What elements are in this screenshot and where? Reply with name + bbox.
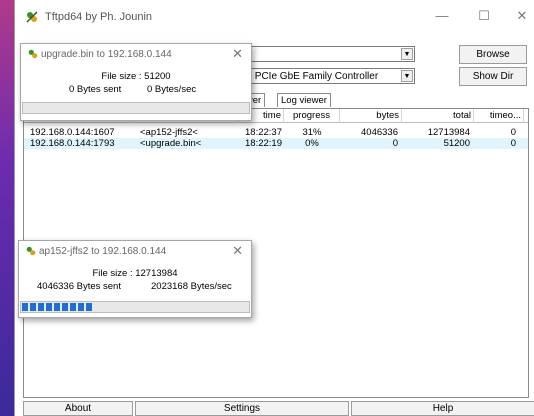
transfer-dialog-ap152[interactable]: ap152-jffs2 to 192.168.0.144 ✕ File size… (18, 240, 252, 318)
desktop-background (0, 0, 14, 416)
bytes-sent-text: 4046336 Bytes sent (37, 281, 121, 292)
row-total: 51200 (443, 138, 470, 149)
maximize-button[interactable]: ☐ (471, 7, 497, 25)
close-button[interactable]: ✕ (509, 7, 534, 25)
row-peer: 192.168.0.144:1607 (30, 127, 115, 138)
about-button[interactable]: About (23, 401, 133, 416)
chevron-down-icon[interactable]: ▼ (401, 70, 413, 82)
bytes-sent-text: 0 Bytes sent (69, 84, 122, 95)
browse-button[interactable]: Browse (459, 45, 527, 64)
transfer-rate-text: 0 Bytes/sec (147, 84, 197, 95)
title-bar: Tftpd64 by Ph. Jounin — ☐ ✕ (15, 0, 534, 32)
window-title: Tftpd64 by Ph. Jounin (45, 11, 153, 23)
row-timeout: 0 (510, 127, 516, 138)
dialog-title-bar[interactable]: ap152-jffs2 to 192.168.0.144 ✕ (19, 241, 251, 261)
row-file: <upgrade.bin< (140, 138, 202, 149)
row-peer: 192.168.0.144:1793 (30, 138, 115, 149)
show-dir-button[interactable]: Show Dir (459, 67, 527, 86)
dialog-title: upgrade.bin to 192.168.0.144 (41, 49, 172, 60)
column-header-timeout[interactable]: timeo... (474, 109, 524, 123)
row-file: <ap152-jffs2< (140, 127, 198, 138)
transfer-progress-bar (22, 102, 250, 114)
transfer-progress-bar (20, 301, 250, 313)
server-interface-value: k PCIe GbE Family Controller (247, 71, 379, 82)
transfer-rate-text: 2023168 Bytes/sec (151, 281, 232, 292)
tftpd-app-icon (26, 11, 38, 23)
row-timeout: 0 (510, 138, 516, 149)
chevron-down-icon[interactable]: ▼ (401, 48, 413, 60)
file-size-text: File size : 51200 (101, 71, 171, 82)
column-header-progress[interactable]: progress (284, 109, 340, 123)
row-progress: 0% (305, 138, 319, 149)
server-interface-combo[interactable]: k PCIe GbE Family Controller ▼ (243, 68, 415, 84)
tftpd-app-icon (26, 246, 36, 256)
table-row[interactable]: 192.168.0.144:1607 <ap152-jffs2< 18:22:3… (24, 127, 528, 138)
column-header-bytes[interactable]: bytes (340, 109, 402, 123)
row-total: 12713984 (427, 127, 470, 138)
minimize-button[interactable]: — (429, 7, 455, 25)
progress-fill (22, 303, 92, 311)
row-time: 18:22:19 (245, 138, 282, 149)
row-bytes: 0 (392, 138, 398, 149)
file-size-text: File size : 12713984 (92, 268, 178, 279)
table-row[interactable]: 192.168.0.144:1793 <upgrade.bin< 18:22:1… (24, 138, 528, 149)
row-time: 18:22:37 (245, 127, 282, 138)
bottom-button-bar: About Settings Help (15, 401, 534, 416)
tftpd-app-icon (28, 49, 38, 59)
column-header-total[interactable]: total (402, 109, 474, 123)
dialog-title: ap152-jffs2 to 192.168.0.144 (39, 246, 167, 257)
tab-log-viewer[interactable]: Log viewer (277, 93, 331, 107)
transfer-dialog-upgrade[interactable]: upgrade.bin to 192.168.0.144 ✕ File size… (20, 43, 252, 121)
row-bytes: 4046336 (361, 127, 398, 138)
directory-combo[interactable]: e ▼ (243, 46, 415, 62)
close-icon[interactable]: ✕ (232, 243, 243, 259)
settings-button[interactable]: Settings (135, 401, 349, 416)
help-button[interactable]: Help (351, 401, 534, 416)
dialog-title-bar[interactable]: upgrade.bin to 192.168.0.144 ✕ (21, 44, 251, 64)
row-progress: 31% (302, 127, 322, 138)
close-icon[interactable]: ✕ (232, 46, 243, 62)
